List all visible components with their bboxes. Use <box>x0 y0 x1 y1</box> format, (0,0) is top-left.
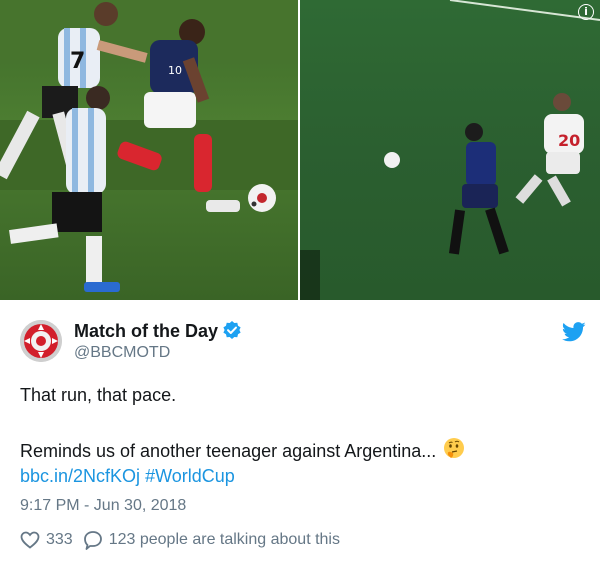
tweet-text-line2: Reminds us of another teenager against A… <box>20 441 437 461</box>
reply-text: 123 people are talking about this <box>108 531 340 548</box>
tweet-header: Match of the Day @BBCMOTD <box>18 318 588 366</box>
svg-text:7: 7 <box>70 49 85 74</box>
thinking-face-icon <box>444 438 465 458</box>
twitter-bird-icon[interactable] <box>562 322 586 342</box>
user-handle[interactable]: @BBCMOTD <box>74 344 170 362</box>
photo-left-illustration: 7 10 <box>0 0 298 292</box>
tweet-link[interactable]: bbc.in/2NcfKOj <box>20 466 140 486</box>
like-count: 333 <box>46 531 73 548</box>
svg-text:20: 20 <box>558 131 580 150</box>
timestamp[interactable]: 9:17 PM - Jun 30, 2018 <box>20 497 186 515</box>
display-name[interactable]: Match of the Day <box>74 320 242 342</box>
tweet-text-line2-wrap: Reminds us of another teenager against A… <box>20 437 466 462</box>
photo-left[interactable]: 7 10 <box>0 0 298 300</box>
reply-bubble-icon[interactable] <box>83 530 103 550</box>
motd-logo-icon <box>20 320 62 362</box>
photo-right[interactable]: 20 i <box>300 0 600 300</box>
avatar[interactable] <box>20 320 62 362</box>
hashtag-link[interactable]: #WorldCup <box>145 466 235 486</box>
info-icon[interactable]: i <box>578 4 594 20</box>
tweet-media[interactable]: 7 10 20 i <box>0 0 600 300</box>
like-action[interactable]: 333 <box>20 531 73 549</box>
heart-icon[interactable] <box>20 531 40 549</box>
verified-badge-icon <box>223 321 241 339</box>
tweet-text-line1: That run, that pace. <box>20 385 177 405</box>
svg-text:10: 10 <box>168 64 182 77</box>
reply-action[interactable]: 123 people are talking about this <box>83 530 340 550</box>
photo-right-illustration: 20 <box>300 0 600 300</box>
tweet-links: bbc.in/2NcfKOj #WorldCup <box>20 466 235 487</box>
display-name-text[interactable]: Match of the Day <box>74 321 218 341</box>
tweet-actions: 333 123 people are talking about this <box>20 530 350 550</box>
